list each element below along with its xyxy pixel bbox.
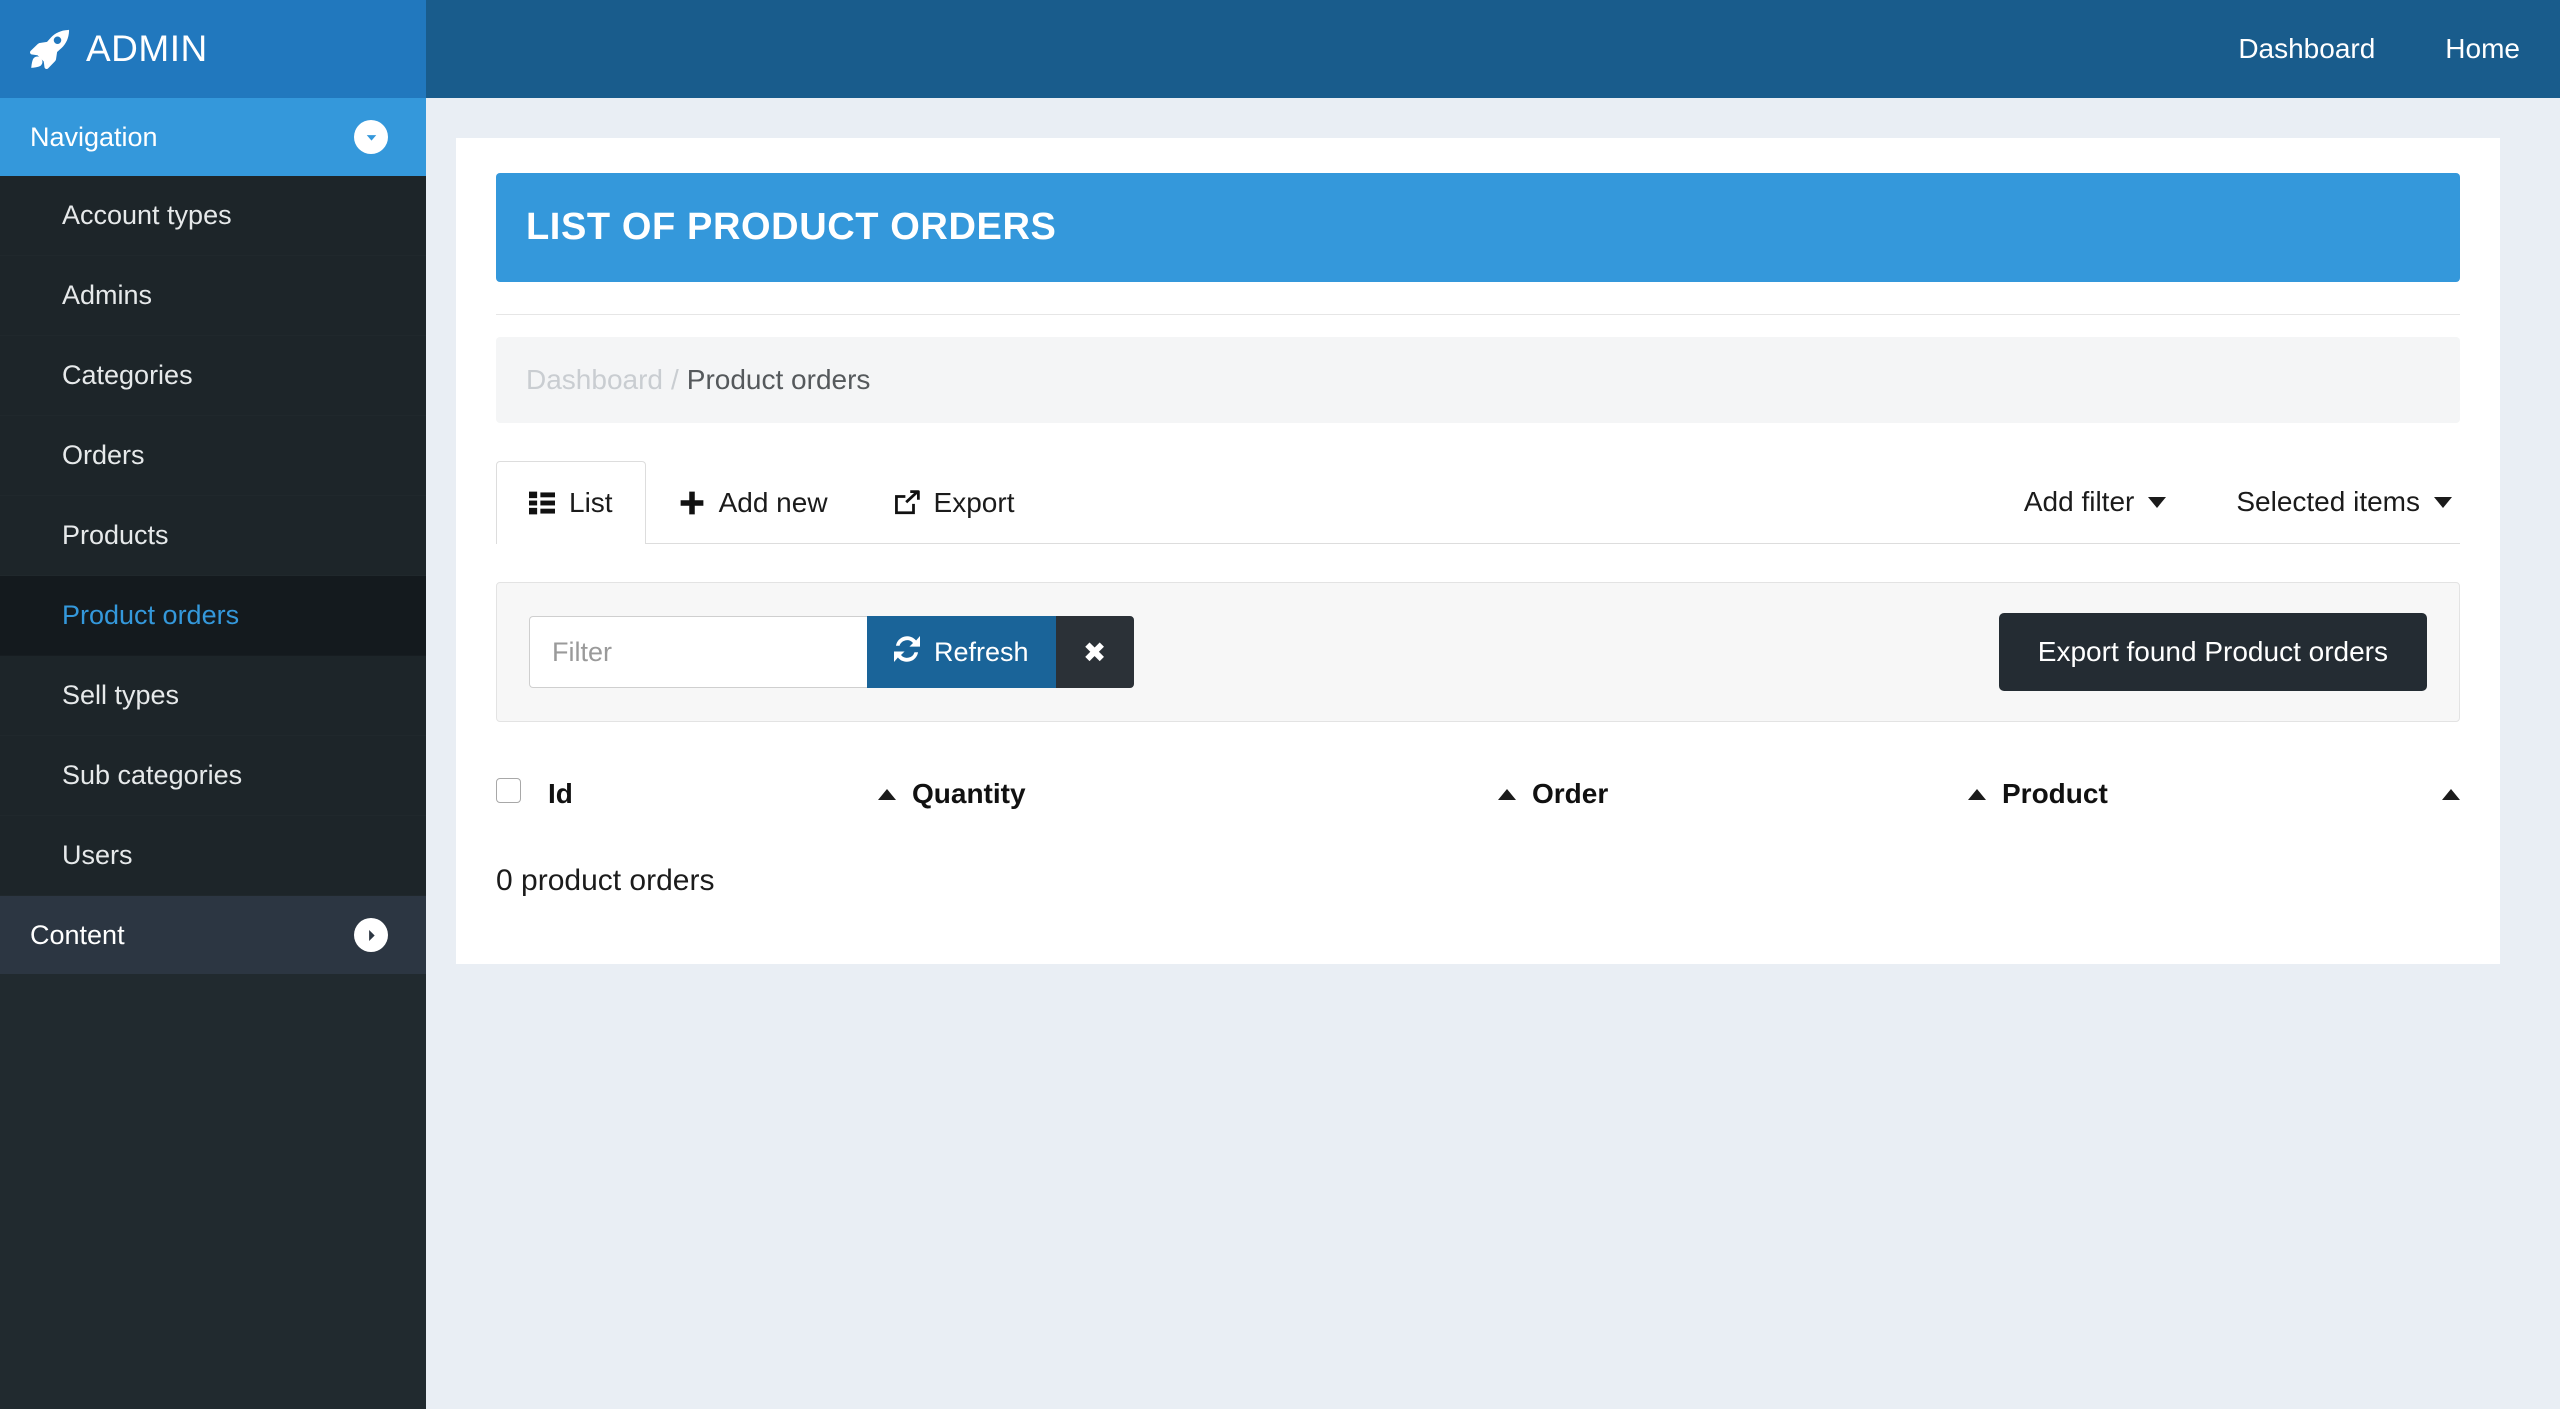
sidebar: ADMIN Navigation Account types Admins Ca… (0, 0, 426, 1409)
sidebar-item-account-types[interactable]: Account types (0, 176, 426, 256)
sidebar-item-users[interactable]: Users (0, 816, 426, 896)
sort-ascending-icon[interactable] (1498, 788, 1516, 800)
page-title: LIST OF PRODUCT ORDERS (496, 173, 2460, 282)
caret-down-icon (2148, 496, 2167, 508)
product-orders-table: Id Quantity Order Product 0 product orde… (496, 764, 2460, 924)
select-all-checkbox[interactable] (496, 778, 521, 803)
sidebar-section-content[interactable]: Content (0, 896, 426, 974)
content-card: LIST OF PRODUCT ORDERS Dashboard / Product… (456, 138, 2500, 964)
content-area: LIST OF PRODUCT ORDERS Dashboard / Product… (426, 98, 2560, 1409)
breadcrumb-current: Product orders (686, 364, 871, 395)
column-quantity-label: Quantity (912, 778, 1026, 809)
share-export-icon (894, 490, 920, 516)
sidebar-item-sub-categories[interactable]: Sub categories (0, 736, 426, 816)
selected-items-label: Selected items (2236, 486, 2420, 517)
filter-bar: Refresh ✖ Export found Product orders (496, 582, 2460, 722)
column-product-label: Product (2002, 778, 2108, 809)
sidebar-item-sell-types[interactable]: Sell types (0, 656, 426, 736)
title-divider (496, 314, 2460, 315)
sidebar-item-label: Products (62, 520, 169, 550)
sidebar-item-label: Account types (62, 200, 232, 230)
filter-input[interactable] (529, 616, 867, 688)
tab-actions: Add filter Selected items (2024, 486, 2460, 543)
tab-list-label: List (569, 487, 613, 518)
admin-page: ADMIN Navigation Account types Admins Ca… (0, 0, 2560, 1409)
clear-filter-button[interactable]: ✖ (1055, 616, 1134, 688)
sort-ascending-icon[interactable] (878, 788, 896, 800)
sidebar-item-orders[interactable]: Orders (0, 416, 426, 496)
brand-logo[interactable]: ADMIN (0, 0, 426, 98)
main-region: Dashboard Home LIST OF PRODUCT ORDERS Da… (426, 0, 2560, 1409)
tab-list[interactable]: List (496, 461, 646, 544)
sidebar-item-products[interactable]: Products (0, 496, 426, 576)
sidebar-section-navigation-label: Navigation (30, 121, 158, 152)
export-found-button[interactable]: Export found Product orders (1998, 613, 2427, 691)
chevron-down-circle-icon[interactable] (354, 120, 388, 154)
sidebar-item-label: Categories (62, 360, 193, 390)
sort-ascending-icon[interactable] (1968, 788, 1986, 800)
sidebar-item-admins[interactable]: Admins (0, 256, 426, 336)
filter-input-group: Refresh ✖ (529, 616, 1134, 688)
tab-add-new-label: Add new (718, 487, 828, 518)
column-actions (2400, 764, 2460, 842)
refresh-button[interactable]: Refresh (867, 616, 1056, 688)
empty-state-text: 0 product orders (496, 864, 715, 897)
plus-icon (679, 490, 705, 516)
sidebar-item-label: Sub categories (62, 760, 243, 790)
sort-ascending-icon[interactable] (2442, 788, 2460, 800)
add-filter-dropdown[interactable]: Add filter (2024, 486, 2167, 518)
topbar-link-home[interactable]: Home (2445, 33, 2520, 65)
chevron-right-circle-icon[interactable] (354, 918, 388, 952)
breadcrumb-separator: / (670, 364, 679, 395)
topbar: Dashboard Home (426, 0, 2560, 98)
rocket-icon (30, 29, 70, 69)
close-icon: ✖ (1082, 636, 1107, 668)
sidebar-nav-list: Account types Admins Categories Orders P… (0, 176, 426, 896)
column-id-label: Id (548, 778, 573, 809)
sidebar-section-content-label: Content (30, 919, 125, 950)
tab-export-label: Export (933, 487, 1015, 518)
topbar-link-dashboard[interactable]: Dashboard (2238, 33, 2375, 65)
sidebar-item-label: Product orders (62, 600, 240, 630)
column-id: Id (548, 764, 878, 842)
tab-export[interactable]: Export (861, 461, 1048, 544)
table-head: Id Quantity Order Product (496, 764, 2460, 842)
breadcrumb-dashboard[interactable]: Dashboard (526, 364, 663, 395)
select-all-column (496, 764, 548, 842)
tab-bar: List Add new Export Add filter Selected … (496, 461, 2460, 544)
sidebar-item-label: Orders (62, 440, 145, 470)
table-header-row: Id Quantity Order Product (496, 764, 2460, 842)
caret-down-icon (2434, 496, 2452, 508)
sidebar-item-label: Sell types (62, 680, 180, 710)
refresh-button-label: Refresh (934, 636, 1029, 667)
table-body: 0 product orders (496, 842, 2460, 924)
refresh-icon (894, 635, 920, 669)
tab-add-new[interactable]: Add new (646, 461, 861, 544)
sidebar-filler (0, 974, 426, 1409)
selected-items-dropdown[interactable]: Selected items (2236, 486, 2452, 518)
table-empty-row: 0 product orders (496, 842, 2460, 924)
column-product: Product (1968, 764, 2400, 842)
list-icon (529, 490, 555, 516)
column-order: Order (1498, 764, 1968, 842)
breadcrumb: Dashboard / Product orders (496, 337, 2460, 423)
tab-group: List Add new Export (496, 461, 1048, 544)
brand-name: ADMIN (86, 28, 208, 69)
column-quantity: Quantity (878, 764, 1498, 842)
sidebar-section-navigation[interactable]: Navigation (0, 98, 426, 176)
add-filter-label: Add filter (2023, 486, 2135, 517)
sidebar-item-label: Admins (62, 280, 153, 310)
column-order-label: Order (1532, 778, 1609, 809)
sidebar-item-product-orders[interactable]: Product orders (0, 576, 426, 656)
sidebar-item-label: Users (62, 840, 133, 870)
sidebar-item-categories[interactable]: Categories (0, 336, 426, 416)
